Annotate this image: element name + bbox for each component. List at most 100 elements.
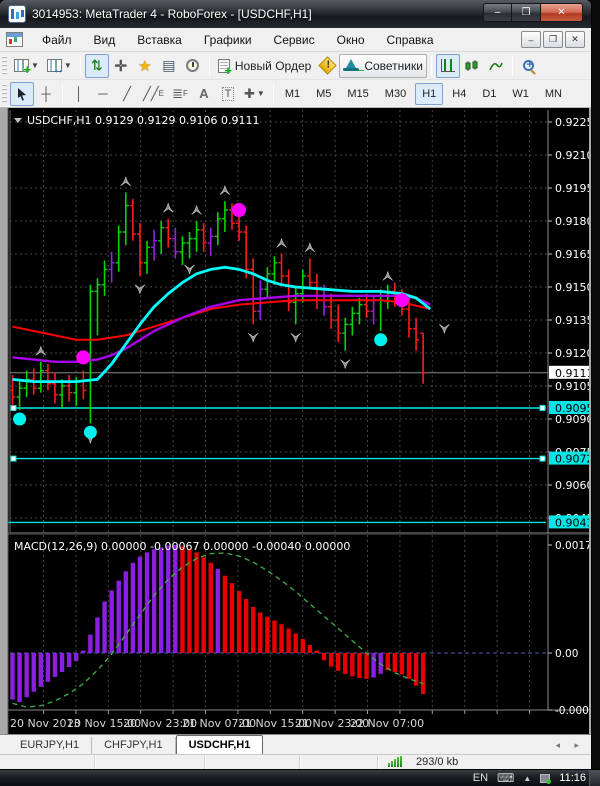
menu-item-Файл[interactable]: Файл — [31, 30, 83, 50]
toolbar-separator — [80, 56, 81, 76]
right-frame-strip — [589, 108, 591, 734]
chart-tab-bar: EURJPY,H1CHFJPY,H1USDCHF,H1 ◂ ▸ — [0, 734, 591, 754]
timeframe-group: M1M5M15M30H1H4D1W1MN — [278, 83, 569, 105]
menu-item-Сервис[interactable]: Сервис — [263, 30, 326, 50]
macd-histogram-bar — [350, 653, 354, 676]
menu-item-Графики[interactable]: Графики — [193, 30, 263, 50]
fractal-up-icon — [277, 238, 287, 247]
profiles-button[interactable]: ↔▼ — [43, 54, 76, 78]
new-chart-button[interactable]: +▼ — [10, 54, 43, 78]
toolbar-grip[interactable] — [2, 84, 7, 104]
show-desktop-button[interactable] — [589, 770, 600, 786]
level-badge-label: 0.9072 — [555, 453, 591, 466]
menu-item-Вид[interactable]: Вид — [83, 30, 127, 50]
level-handle[interactable] — [540, 456, 545, 461]
macd-histogram-bar — [329, 653, 333, 667]
level-handle[interactable] — [11, 456, 16, 461]
menu-item-Вставка[interactable]: Вставка — [126, 30, 193, 50]
horizontal-line-tool[interactable]: ─ — [91, 82, 115, 106]
tab-scroll-arrows[interactable]: ◂ ▸ — [555, 740, 585, 751]
network-tray-icon[interactable] — [540, 774, 550, 783]
expert-advisors-button[interactable]: Советники — [339, 54, 427, 78]
mdi-restore-button[interactable]: ❐ — [543, 31, 563, 48]
timeframe-button-H1[interactable]: H1 — [415, 83, 443, 105]
new-order-button[interactable]: + Новый Ордер — [214, 54, 315, 78]
close-button[interactable]: ✕ — [541, 3, 583, 22]
chart-canvas[interactable]: 0.92250.92100.91950.91800.91650.91500.91… — [0, 108, 591, 734]
language-indicator[interactable]: EN — [473, 772, 488, 784]
mdi-minimize-button[interactable]: – — [521, 31, 541, 48]
fractal-up-icon — [163, 203, 173, 212]
crosshair-button[interactable]: ✛ — [109, 54, 133, 78]
macd-histogram-bar — [166, 546, 170, 653]
channel-tool[interactable]: ╱╱E — [139, 82, 168, 106]
cursor-tool-button[interactable] — [10, 82, 34, 106]
title-bar[interactable]: 3014953: MetaTrader 4 - RoboForex - [USD… — [0, 0, 591, 28]
level-handle[interactable] — [11, 406, 16, 411]
warning-icon — [318, 56, 336, 74]
maximize-button[interactable]: ❐ — [512, 3, 541, 22]
chart-tab-EURJPY,H1[interactable]: EURJPY,H1 — [8, 737, 92, 754]
traffic-counter: 293/0 kb — [408, 756, 466, 768]
timeframe-button-W1[interactable]: W1 — [505, 83, 536, 105]
mdi-close-button[interactable]: ✕ — [565, 31, 585, 48]
macd-histogram-bar — [357, 653, 361, 678]
bar-chart-mode-button[interactable] — [436, 54, 460, 78]
menu-item-Окно[interactable]: Окно — [326, 30, 376, 50]
zoom-in-button[interactable] — [517, 54, 541, 78]
minimize-button[interactable]: – — [483, 3, 512, 22]
timeframe-button-M30[interactable]: M30 — [378, 83, 413, 105]
text-label-tool[interactable]: T — [216, 82, 240, 106]
timeframe-button-MN[interactable]: MN — [538, 83, 569, 105]
standard-toolbar: +▼ ↔▼ ⇅ ✛ ★ ▤ + Новый Ордер Советники — [0, 52, 591, 80]
crosshair-tool-button[interactable]: ┼ — [34, 82, 58, 106]
arrows-tool[interactable]: ✚▼ — [240, 82, 269, 106]
macd-histogram-bar — [46, 653, 50, 682]
windows-taskbar[interactable]: EN ⌨ ▲ 11:16 — [0, 769, 600, 786]
arrows-icon: ✚ — [244, 86, 255, 102]
keyboard-icon[interactable]: ⌨ — [497, 771, 514, 785]
macd-histogram-bar — [39, 653, 43, 687]
fractal-up-icon — [220, 186, 230, 195]
fibonacci-tool[interactable]: ≣F — [168, 82, 192, 106]
chart-document-icon[interactable] — [6, 32, 23, 47]
trendline-tool[interactable]: ╱ — [115, 82, 139, 106]
macd-histogram-bar — [88, 635, 92, 653]
timeframe-button-M15[interactable]: M15 — [340, 83, 375, 105]
hline-icon: ─ — [98, 86, 107, 101]
cursor-icon — [16, 87, 28, 101]
fractal-down-icon — [135, 285, 145, 294]
level-handle[interactable] — [540, 406, 545, 411]
tick-chart-button[interactable]: ⇅ — [85, 54, 109, 78]
taskbar-clock[interactable]: 11:16 — [559, 772, 586, 784]
timeframe-button-D1[interactable]: D1 — [475, 83, 503, 105]
status-field — [205, 756, 300, 769]
alerts-button[interactable] — [315, 54, 339, 78]
macd-histogram-bar — [258, 612, 262, 653]
drawing-toolbar: ┼ │ ─ ╱ ╱╱E ≣F A T ✚▼ M1M5M15M30H1H4D1W1… — [0, 80, 591, 108]
data-window-button[interactable]: ▤ — [157, 54, 181, 78]
chart-tab-USDCHF,H1[interactable]: USDCHF,H1 — [176, 735, 264, 754]
macd-histogram-bar — [124, 571, 128, 653]
vertical-line-tool[interactable]: │ — [67, 82, 91, 106]
strategy-tester-button[interactable] — [181, 54, 205, 78]
candlestick-mode-button[interactable] — [460, 54, 484, 78]
cyan-signal-dot — [84, 426, 97, 439]
menu-item-Справка[interactable]: Справка — [376, 30, 445, 50]
timeframe-button-M5[interactable]: M5 — [309, 83, 338, 105]
macd-histogram-bar — [244, 599, 248, 653]
timeframe-button-M1[interactable]: M1 — [278, 83, 307, 105]
toolbar-separator — [431, 56, 432, 76]
text-tool[interactable]: A — [192, 82, 216, 106]
fractal-down-icon — [340, 360, 350, 369]
status-bar: 293/0 kb — [0, 754, 591, 769]
macd-histogram-bar — [60, 653, 64, 672]
timeframe-button-H4[interactable]: H4 — [445, 83, 473, 105]
tray-expand-icon[interactable]: ▲ — [523, 774, 531, 783]
connection-signal-icon — [388, 756, 402, 767]
favorites-button[interactable]: ★ — [133, 54, 157, 78]
chart-tab-CHFJPY,H1[interactable]: CHFJPY,H1 — [92, 737, 175, 754]
macd-tick-label: 0.00 — [555, 648, 578, 660]
toolbar-grip[interactable] — [2, 56, 7, 76]
line-chart-mode-button[interactable] — [484, 54, 508, 78]
